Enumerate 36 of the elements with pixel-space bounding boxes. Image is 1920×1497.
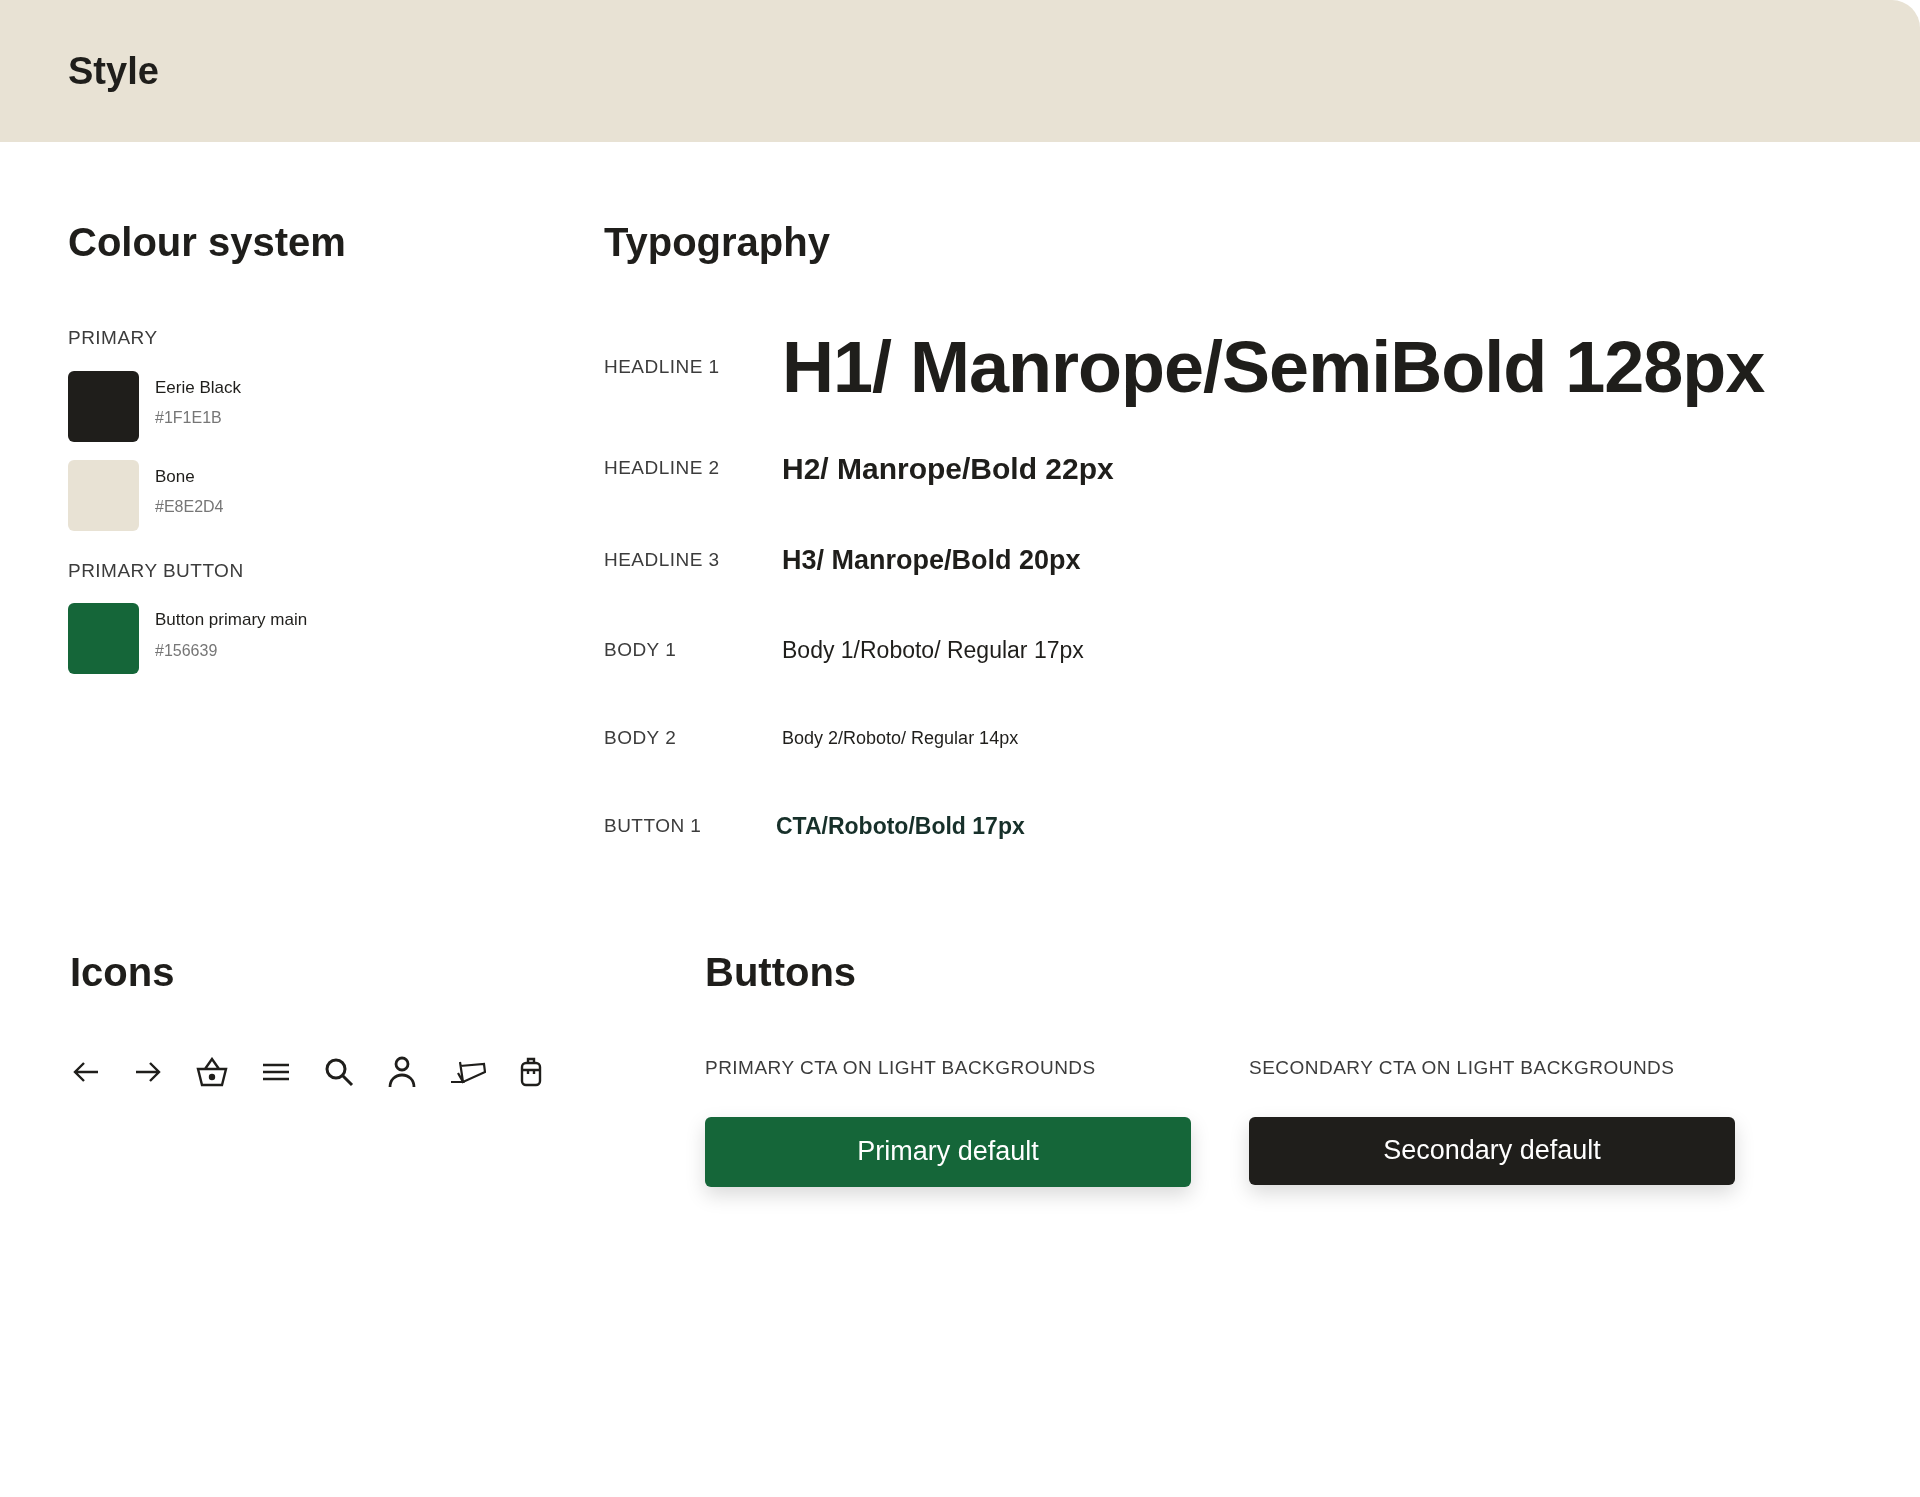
- search-icon[interactable]: [324, 1057, 354, 1087]
- basket-icon[interactable]: [196, 1057, 228, 1087]
- colour-hex: #156639: [155, 640, 219, 661]
- section-title: Typography: [604, 219, 831, 266]
- colour-hex: #1F1E1B: [155, 408, 223, 428]
- section-title: Colour system: [68, 219, 347, 266]
- type-sample: CTA/Roboto/Bold 17px: [776, 811, 1025, 841]
- group-label: PRIMARY: [68, 326, 159, 350]
- page-title: Style: [68, 48, 159, 94]
- user-icon[interactable]: [388, 1056, 416, 1088]
- arrow-left-icon[interactable]: [72, 1060, 100, 1084]
- type-sample: H2/ Manrope/Bold 22px: [782, 450, 1114, 487]
- style-label: BODY 2: [604, 725, 677, 750]
- style-label: HEADLINE 3: [604, 547, 720, 572]
- primary-button[interactable]: Primary default: [705, 1116, 1191, 1187]
- colour-name: Bone: [155, 465, 196, 488]
- arrow-right-icon[interactable]: [134, 1060, 162, 1084]
- style-label: HEADLINE 2: [604, 455, 720, 480]
- style-label: HEADLINE 1: [604, 354, 720, 379]
- style-label: BODY 1: [604, 637, 677, 662]
- colour-hex: #E8E2D4: [155, 497, 224, 517]
- type-sample: Body 2/Roboto/ Regular 14px: [782, 726, 1019, 750]
- style-label: BUTTON 1: [604, 813, 702, 838]
- type-sample: Body 1/Roboto/ Regular 17px: [782, 635, 1084, 665]
- secondary-button[interactable]: Secondary default: [1249, 1116, 1735, 1185]
- button-style-label: SECONDARY CTA ON LIGHT BACKGROUNDS: [1249, 1056, 1676, 1080]
- type-sample: H1/ Manrope/SemiBold 128px: [782, 326, 1765, 409]
- group-label: PRIMARY BUTTON: [68, 558, 245, 583]
- section-title: Buttons: [705, 949, 858, 996]
- colour-name: Button primary main: [155, 609, 308, 631]
- menu-icon[interactable]: [262, 1062, 290, 1082]
- section-title: Icons: [70, 949, 176, 996]
- button-style-label: PRIMARY CTA ON LIGHT BACKGROUNDS: [705, 1056, 1097, 1080]
- type-sample: H3/ Manrope/Bold 20px: [782, 543, 1081, 577]
- colour-name: Eerie Black: [155, 376, 241, 399]
- backpack-icon[interactable]: [520, 1057, 542, 1087]
